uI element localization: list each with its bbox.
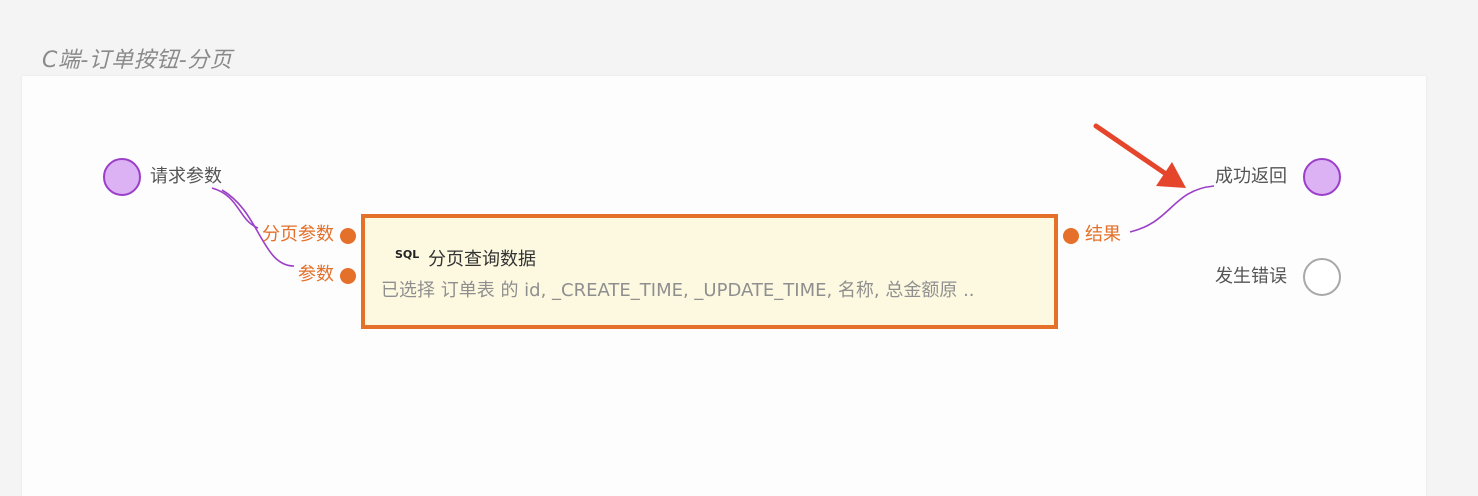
paging-params-port[interactable]	[340, 228, 356, 244]
node-title: 分页查询数据	[428, 249, 536, 270]
sql-query-node[interactable]: SQL 分页查询数据 已选择 订单表 的 id, _CREATE_TIME, _…	[361, 214, 1058, 329]
error-port[interactable]	[1303, 258, 1341, 296]
node-description: 已选择 订单表 的 id, _CREATE_TIME, _UPDATE_TIME…	[381, 280, 975, 301]
params-port[interactable]	[340, 268, 356, 284]
sql-badge: SQL	[395, 248, 420, 261]
params-label: 参数	[298, 264, 334, 285]
success-port[interactable]	[1303, 158, 1341, 196]
page-title: C端-订单按钮-分页	[42, 48, 233, 73]
paging-params-label: 分页参数	[262, 224, 334, 245]
input-label: 请求参数	[150, 166, 222, 187]
input-port[interactable]	[103, 158, 141, 196]
result-port[interactable]	[1063, 228, 1079, 244]
result-label: 结果	[1085, 224, 1121, 245]
error-label: 发生错误	[1215, 266, 1287, 287]
success-label: 成功返回	[1215, 166, 1287, 187]
